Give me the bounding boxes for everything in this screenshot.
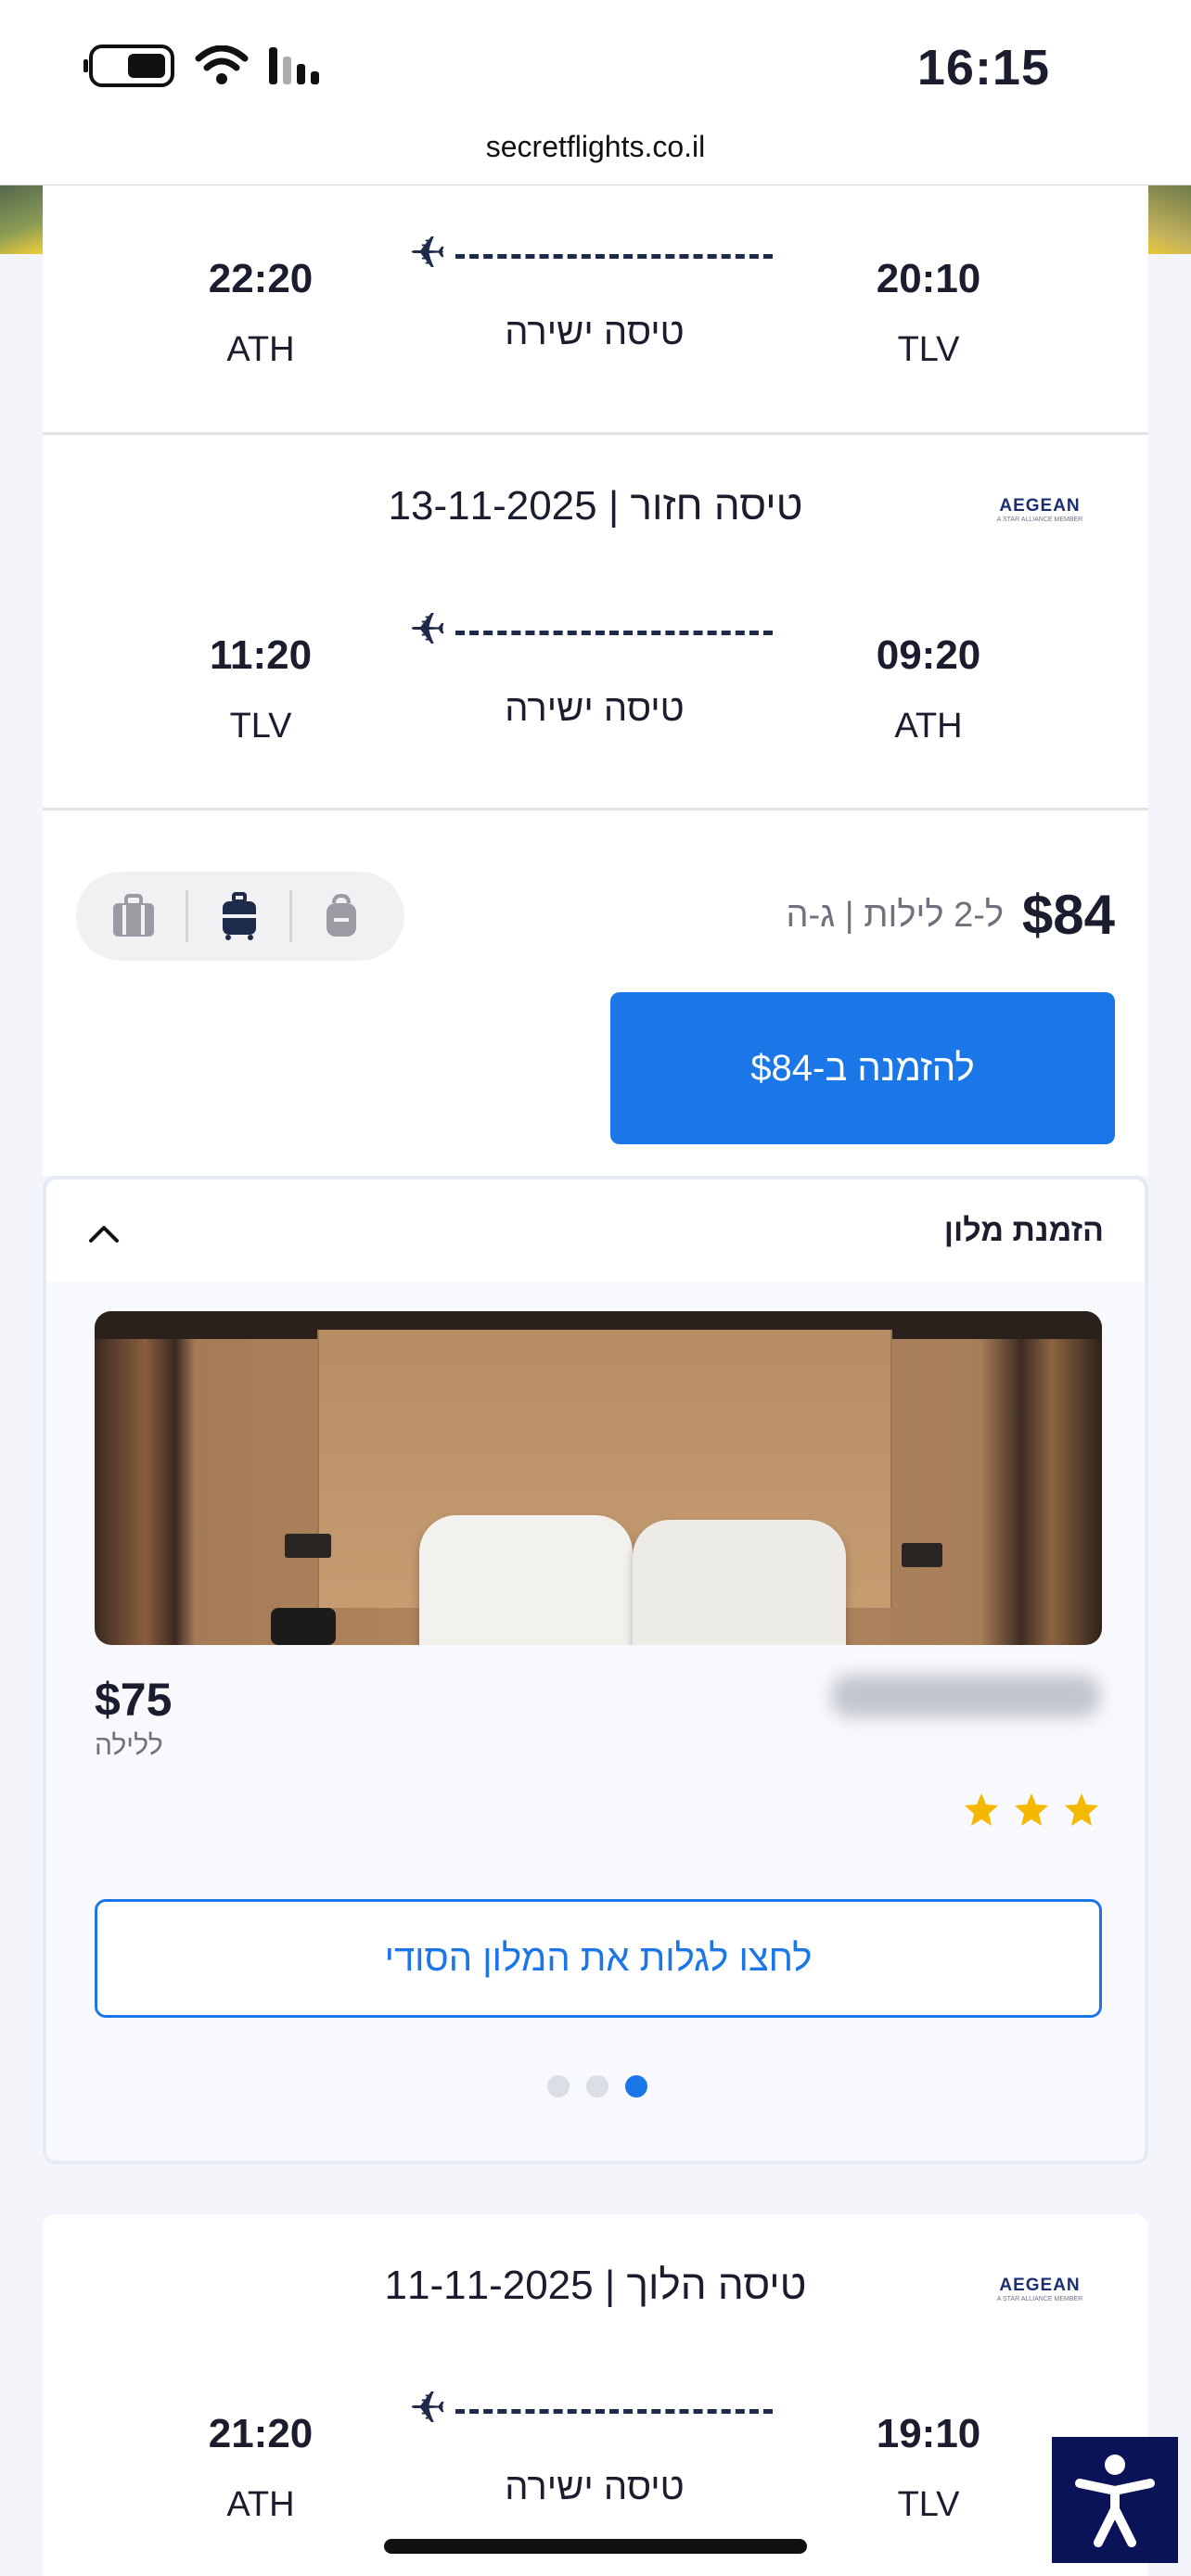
next-offer-card[interactable]: 11-11-2025 | טיסה הלוך AEGEAN A STAR ALL… bbox=[43, 2214, 1148, 2576]
star-icon bbox=[1015, 1793, 1048, 1826]
hero-image-edge bbox=[0, 185, 43, 254]
departure-airport: ATH bbox=[894, 707, 963, 746]
book-button[interactable]: להזמנה ב-$84 bbox=[610, 992, 1115, 1144]
arrival-time: 22:20 bbox=[208, 256, 314, 301]
accessibility-button[interactable] bbox=[1052, 2437, 1178, 2563]
carousel-dot[interactable] bbox=[547, 2075, 570, 2098]
departure-time: 09:20 bbox=[876, 632, 981, 678]
plane-icon: ✈ bbox=[409, 2384, 447, 2433]
star-icon bbox=[965, 1793, 998, 1826]
departure-airport: TLV bbox=[897, 2485, 960, 2524]
airline-logo: AEGEAN A STAR ALLIANCE MEMBER bbox=[996, 496, 1083, 523]
cabin-bag-icon bbox=[223, 892, 256, 940]
plane-icon: ✈ bbox=[409, 229, 447, 278]
hotel-price-unit: ללילה bbox=[95, 1730, 163, 1761]
arrival-airport: ATH bbox=[226, 2485, 295, 2524]
hotel-name-hidden bbox=[831, 1675, 1100, 1717]
carousel-dot-active[interactable] bbox=[625, 2075, 647, 2098]
hotel-section: הזמנת מלון $75 ללילה לחצו לגלות את המלון… bbox=[43, 1176, 1148, 2164]
checked-bag-icon bbox=[113, 894, 154, 937]
personal-item-icon bbox=[327, 893, 356, 937]
arrival-time: 21:20 bbox=[208, 2411, 314, 2456]
return-flight-card: 13-11-2025 | טיסה חזור AEGEAN A STAR ALL… bbox=[43, 435, 1148, 808]
departure-time: 20:10 bbox=[876, 256, 981, 301]
star-icon bbox=[1065, 1793, 1098, 1826]
flight-times-row: 11:20 TLV ✈ טיסה ישירה 09:20 ATH bbox=[43, 606, 1148, 790]
hotel-rating bbox=[963, 1792, 1100, 1829]
plane-icon: ✈ bbox=[409, 606, 447, 655]
cellular-signal-icon bbox=[269, 47, 319, 84]
clock: 16:15 bbox=[916, 40, 1050, 96]
outbound-flight-card: 22:20 ATH ✈ טיסה ישירה 20:10 TLV bbox=[43, 185, 1148, 432]
flight-type: טיסה ישירה bbox=[505, 312, 685, 352]
battery-icon bbox=[83, 45, 174, 87]
stay-details: ל-2 לילות | ג-ה bbox=[786, 896, 1004, 935]
baggage-indicator bbox=[76, 872, 404, 961]
chevron-up-icon[interactable] bbox=[87, 1217, 121, 1250]
arrival-airport: TLV bbox=[229, 707, 292, 746]
departure-time: 19:10 bbox=[876, 2411, 981, 2456]
flight-route-line: ✈ bbox=[409, 2384, 780, 2433]
flight-route-line: ✈ bbox=[409, 606, 780, 655]
flight-type: טיסה ישירה bbox=[505, 2467, 685, 2507]
price-section: $84 ל-2 לילות | ג-ה להזמנה ב-$84 bbox=[43, 810, 1148, 1176]
departure-airport: TLV bbox=[897, 330, 960, 369]
wifi-icon bbox=[195, 45, 249, 84]
outbound-leg-header: 11-11-2025 | טיסה הלוך bbox=[384, 2263, 807, 2308]
hotel-image[interactable] bbox=[95, 1311, 1102, 1645]
hotel-price: $75 bbox=[95, 1674, 173, 1726]
flight-route-line: ✈ bbox=[409, 229, 780, 278]
return-leg-header: 13-11-2025 | טיסה חזור bbox=[388, 483, 803, 529]
arrival-time: 11:20 bbox=[209, 632, 313, 678]
hotel-section-header[interactable]: הזמנת מלון bbox=[46, 1180, 1145, 1282]
flight-times-row: 22:20 ATH ✈ טיסה ישירה 20:10 TLV bbox=[43, 229, 1148, 414]
carousel-dot[interactable] bbox=[586, 2075, 608, 2098]
reveal-hotel-button[interactable]: לחצו לגלות את המלון הסודי bbox=[95, 1899, 1102, 2018]
hero-image-edge bbox=[1148, 185, 1191, 254]
hotel-section-title: הזמנת מלון bbox=[943, 1213, 1104, 1248]
accessibility-icon bbox=[1075, 2455, 1155, 2547]
status-bar: 16:15 secretflights.co.il bbox=[0, 0, 1191, 185]
address-bar-url[interactable]: secretflights.co.il bbox=[0, 130, 1191, 164]
arrival-airport: ATH bbox=[226, 330, 295, 369]
flight-type: טיסה ישירה bbox=[505, 688, 685, 729]
status-icons bbox=[83, 45, 319, 87]
airline-logo: AEGEAN A STAR ALLIANCE MEMBER bbox=[996, 2276, 1083, 2302]
carousel-dots bbox=[547, 2075, 647, 2098]
total-price: $84 bbox=[1021, 884, 1115, 946]
home-indicator[interactable] bbox=[384, 2539, 807, 2554]
